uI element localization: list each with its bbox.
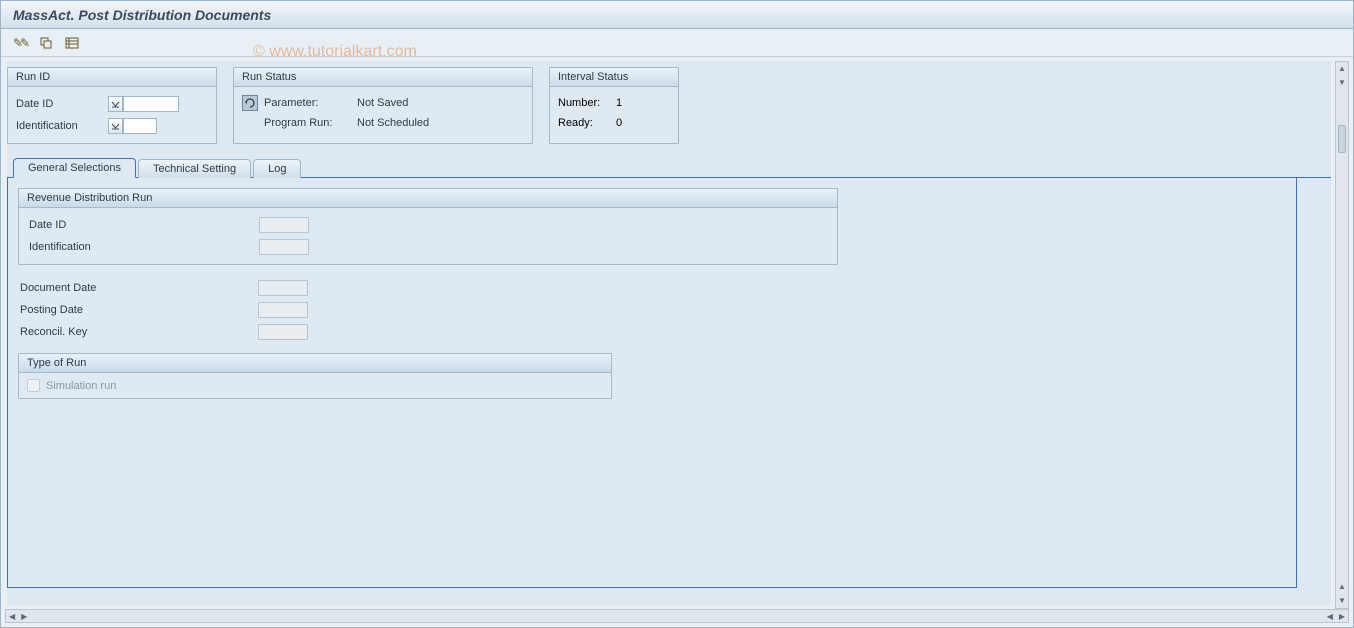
number-value: 1 <box>616 97 622 109</box>
posting-date-label: Posting Date <box>18 304 258 316</box>
pencils-icon[interactable]: ✎✎ <box>11 34 29 52</box>
identification-label: Identification <box>16 120 106 132</box>
run-id-title: Run ID <box>8 68 216 87</box>
revenue-distribution-section: Revenue Distribution Run Date ID Identif… <box>18 188 838 265</box>
identification-f4-button[interactable] <box>108 118 123 134</box>
type-of-run-section: Type of Run Simulation run <box>18 353 612 399</box>
window-root: MassAct. Post Distribution Documents ✎✎ … <box>0 0 1354 628</box>
date-id-f4-button[interactable] <box>108 96 123 112</box>
document-date-label: Document Date <box>18 282 258 294</box>
revenue-distribution-title: Revenue Distribution Run <box>19 189 837 208</box>
program-run-label: Program Run: <box>262 117 357 129</box>
header-panels: Run ID Date ID Identification <box>7 61 1331 154</box>
interval-status-title: Interval Status <box>550 68 678 87</box>
tab-general-selections[interactable]: General Selections <box>13 158 136 178</box>
tab-panel-general: Revenue Distribution Run Date ID Identif… <box>7 178 1297 588</box>
date-id-label: Date ID <box>16 98 106 110</box>
scroll-up-icon[interactable]: ▲ <box>1337 62 1347 76</box>
number-label: Number: <box>558 97 616 109</box>
scroll-v-thumb[interactable] <box>1338 125 1346 153</box>
tabs-container: General Selections Technical Setting Log… <box>7 156 1331 588</box>
vertical-scrollbar[interactable]: ▲ ▼ ▲ ▼ <box>1335 61 1349 609</box>
run-status-groupbox: Run Status Parameter: Not Saved <box>233 67 533 144</box>
rev-date-id-label: Date ID <box>29 219 259 231</box>
content-area: Run ID Date ID Identification <box>7 61 1331 605</box>
scroll-right-icon[interactable]: ▶ <box>1336 612 1348 621</box>
tab-technical-setting[interactable]: Technical Setting <box>138 159 251 178</box>
scroll-left-icon[interactable]: ◀ <box>6 612 18 621</box>
document-date-input <box>258 280 308 296</box>
ready-label: Ready: <box>558 117 616 129</box>
rev-identification-label: Identification <box>29 241 259 253</box>
simulation-run-checkbox <box>27 379 40 392</box>
posting-date-input <box>258 302 308 318</box>
interval-status-groupbox: Interval Status Number: 1 Ready: 0 <box>549 67 679 144</box>
simulation-run-label: Simulation run <box>46 380 116 392</box>
date-id-input[interactable] <box>123 96 179 112</box>
toolbar: ✎✎ <box>1 29 1353 57</box>
scroll-up-step-icon[interactable]: ▲ <box>1337 580 1347 594</box>
reconcil-key-label: Reconcil. Key <box>18 326 258 338</box>
run-id-groupbox: Run ID Date ID Identification <box>7 67 217 144</box>
scroll-down-icon[interactable]: ▼ <box>1337 594 1347 608</box>
scroll-left-step-icon[interactable]: ▶ <box>18 612 30 621</box>
refresh-icon[interactable] <box>242 95 258 111</box>
copy-icon[interactable] <box>37 34 55 52</box>
rev-date-id-input <box>259 217 309 233</box>
horizontal-scrollbar[interactable]: ◀ ▶ ◀ ▶ <box>5 609 1349 623</box>
ready-value: 0 <box>616 117 622 129</box>
parameter-value: Not Saved <box>357 97 408 109</box>
window-title: MassAct. Post Distribution Documents <box>13 7 271 23</box>
scroll-down-step-icon[interactable]: ▼ <box>1337 76 1347 90</box>
scroll-right-step-icon[interactable]: ◀ <box>1324 612 1336 621</box>
parameter-label: Parameter: <box>262 97 357 109</box>
identification-input[interactable] <box>123 118 157 134</box>
columns-icon[interactable] <box>63 34 81 52</box>
run-status-title: Run Status <box>234 68 532 87</box>
title-bar: MassAct. Post Distribution Documents <box>1 1 1353 29</box>
type-of-run-title: Type of Run <box>19 354 611 373</box>
rev-identification-input <box>259 239 309 255</box>
dates-section: Document Date Posting Date Reconcil. Key <box>18 277 1286 343</box>
program-run-value: Not Scheduled <box>357 117 429 129</box>
tab-strip: General Selections Technical Setting Log <box>7 156 1331 178</box>
reconcil-key-input <box>258 324 308 340</box>
tab-log[interactable]: Log <box>253 159 301 178</box>
